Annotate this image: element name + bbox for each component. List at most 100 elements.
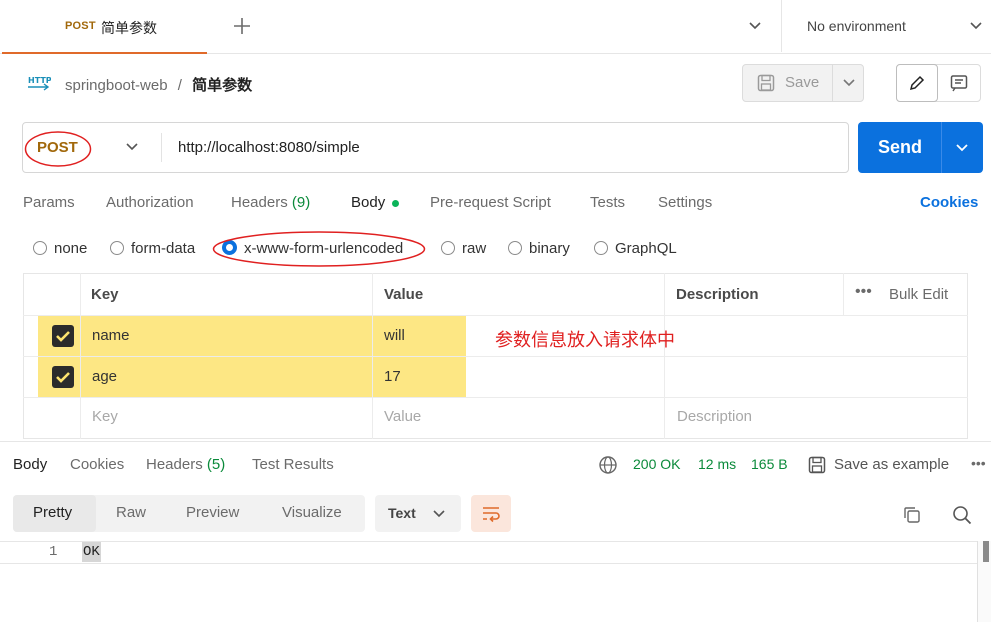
environment-divider <box>781 0 782 52</box>
table-col-divider <box>372 273 373 439</box>
tab-settings[interactable]: Settings <box>658 194 712 211</box>
response-tab-headers[interactable]: Headers (5) <box>146 456 225 473</box>
tab-method-label: POST <box>65 20 96 32</box>
tabs-dropdown-chevron-icon[interactable] <box>748 21 762 31</box>
column-header-description: Description <box>676 286 759 303</box>
save-label: Save <box>785 74 820 91</box>
url-input[interactable]: http://localhost:8080/simple <box>178 139 360 156</box>
response-size[interactable]: 165 B <box>751 456 788 472</box>
response-time[interactable]: 12 ms <box>698 456 736 472</box>
response-body-text[interactable]: OK <box>83 544 100 560</box>
scrollbar-thumb[interactable] <box>983 541 989 562</box>
environment-chevron-down-icon[interactable] <box>969 21 983 31</box>
format-select-label: Text <box>388 505 416 521</box>
format-select[interactable]: Text <box>375 495 461 532</box>
wrap-lines-button[interactable] <box>471 495 511 532</box>
breadcrumb-separator: / <box>177 77 182 94</box>
search-icon[interactable] <box>952 505 972 525</box>
annotation-text: 参数信息放入请求体中 <box>495 330 675 350</box>
new-tab-plus-icon[interactable] <box>232 16 252 36</box>
response-tab-headers-label: Headers <box>146 456 203 473</box>
tab-params[interactable]: Params <box>23 194 75 211</box>
status-code[interactable]: 200 OK <box>633 456 680 472</box>
radio-form-data-label[interactable]: form-data <box>131 240 195 257</box>
row-value-cell[interactable]: 17 <box>384 368 401 385</box>
comments-icon[interactable] <box>949 73 969 93</box>
new-description-input[interactable]: Description <box>677 408 752 425</box>
send-split-divider <box>941 122 942 173</box>
breadcrumb: springboot-web / 简单参数 <box>65 74 252 95</box>
method-red-annotation-ellipse <box>24 130 92 168</box>
format-chevron-down-icon <box>432 509 446 519</box>
save-split-divider <box>832 64 833 102</box>
row-key-cell[interactable]: age <box>92 368 117 385</box>
radio-raw[interactable] <box>441 241 455 255</box>
radio-graphql-label[interactable]: GraphQL <box>615 240 677 257</box>
response-tab-cookies[interactable]: Cookies <box>70 456 124 473</box>
send-label: Send <box>878 137 923 157</box>
view-raw[interactable]: Raw <box>116 504 146 521</box>
tab-tests[interactable]: Tests <box>590 194 625 211</box>
http-request-icon: HTTP <box>27 73 51 93</box>
environment-selector[interactable]: No environment <box>807 18 906 34</box>
response-tab-body[interactable]: Body <box>13 456 47 473</box>
tab-authorization[interactable]: Authorization <box>106 194 194 211</box>
request-tab-active[interactable]: POST 简单参数 <box>2 0 207 54</box>
table-row-divider <box>23 397 968 398</box>
view-preview[interactable]: Preview <box>186 504 239 521</box>
more-options-icon[interactable]: ••• <box>855 283 872 301</box>
table-row-divider <box>23 356 968 357</box>
row-checkbox-checked[interactable] <box>52 325 74 347</box>
column-header-value: Value <box>384 286 424 303</box>
row-value-cell[interactable]: will <box>384 327 405 344</box>
tab-name-label: 简单参数 <box>101 20 157 36</box>
method-chevron-down-icon[interactable] <box>125 142 139 152</box>
send-options-chevron-icon[interactable] <box>955 143 969 153</box>
radio-none-label[interactable]: none <box>54 240 87 257</box>
view-pretty-label[interactable]: Pretty <box>33 504 72 521</box>
bulk-edit-button[interactable]: Bulk Edit <box>889 286 948 303</box>
breadcrumb-request-name[interactable]: 简单参数 <box>192 77 252 94</box>
response-tab-test-results[interactable]: Test Results <box>252 456 334 473</box>
radio-graphql[interactable] <box>594 241 608 255</box>
edit-request-button[interactable] <box>896 64 938 102</box>
radio-form-data[interactable] <box>110 241 124 255</box>
line-number: 1 <box>49 544 58 560</box>
globe-icon[interactable] <box>598 455 618 475</box>
row-key-cell[interactable]: name <box>92 327 130 344</box>
response-headers-count: (5) <box>206 456 226 473</box>
wrap-lines-icon <box>481 504 501 524</box>
pencil-icon <box>908 74 926 92</box>
cookies-link[interactable]: Cookies <box>920 194 978 211</box>
url-split-divider <box>161 133 162 162</box>
column-header-key: Key <box>91 286 119 303</box>
tab-body[interactable]: Body <box>351 194 385 211</box>
table-col-divider <box>664 273 665 439</box>
checkmark-icon <box>56 372 70 383</box>
radio-binary-label[interactable]: binary <box>529 240 570 257</box>
view-visualize[interactable]: Visualize <box>282 504 342 521</box>
urlencoded-red-annotation-ellipse <box>212 230 426 268</box>
radio-raw-label[interactable]: raw <box>462 240 486 257</box>
tab-headers-label: Headers <box>231 194 288 211</box>
radio-none[interactable] <box>33 241 47 255</box>
table-col-divider <box>80 273 81 439</box>
breadcrumb-collection[interactable]: springboot-web <box>65 77 168 94</box>
tab-pre-request-script[interactable]: Pre-request Script <box>430 194 551 211</box>
save-options-chevron-icon[interactable] <box>842 78 856 88</box>
copy-icon[interactable] <box>902 505 922 525</box>
table-header-divider <box>23 315 968 316</box>
svg-text:HTTP: HTTP <box>28 76 51 85</box>
response-more-icon[interactable]: ••• <box>971 455 986 471</box>
save-as-example-button[interactable]: Save as example <box>834 456 949 473</box>
table-col-divider <box>843 273 844 315</box>
save-disk-icon <box>756 73 776 93</box>
new-key-input[interactable]: Key <box>92 408 118 425</box>
tab-headers[interactable]: Headers (9) <box>231 194 310 211</box>
tab-headers-count: (9) <box>291 194 311 211</box>
row-checkbox-checked[interactable] <box>52 366 74 388</box>
url-bar <box>22 122 849 173</box>
new-value-input[interactable]: Value <box>384 408 421 425</box>
checkmark-icon <box>56 331 70 342</box>
radio-binary[interactable] <box>508 241 522 255</box>
